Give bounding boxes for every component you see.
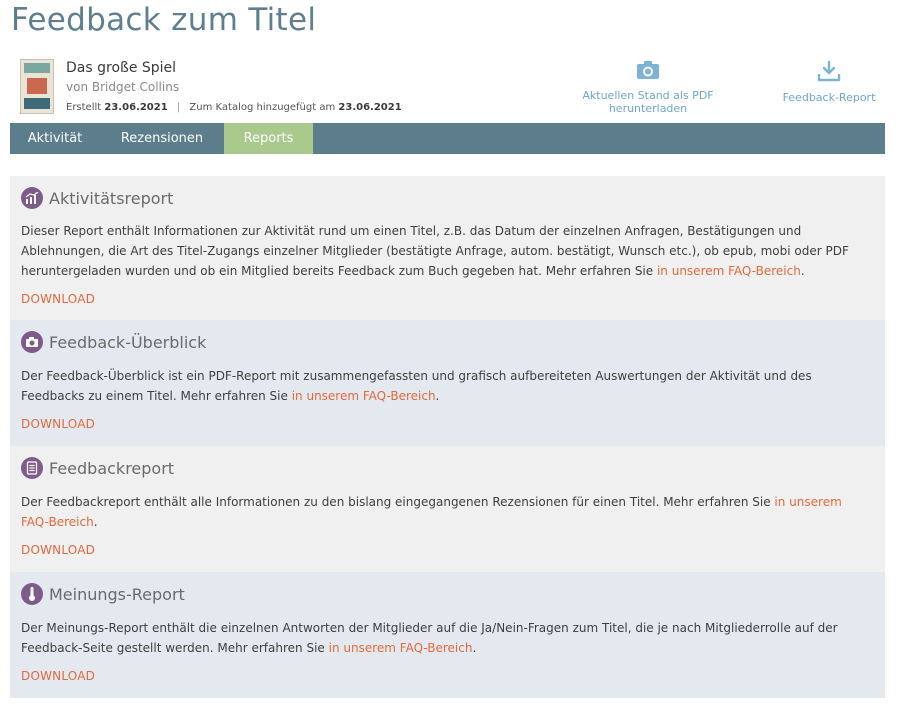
faq-link[interactable]: in unserem FAQ-Bereich [292, 389, 436, 403]
document-icon [21, 457, 43, 479]
book-meta: Erstellt 23.06.2021 | Zum Katalog hinzug… [66, 102, 402, 113]
catalog-date: 23.06.2021 [338, 102, 402, 113]
thermometer-icon [21, 583, 43, 605]
tab-activity[interactable]: Aktivität [10, 123, 100, 154]
tab-bar: Aktivität Rezensionen Reports [10, 123, 885, 154]
download-overview-report[interactable]: DOWNLOAD [21, 417, 95, 431]
download-icon [778, 60, 880, 85]
download-opinion-report[interactable]: DOWNLOAD [21, 669, 95, 683]
report-title-overview: Feedback-Überblick [49, 332, 207, 352]
report-description-feedback: Der Feedbackreport enthält alle Informat… [21, 492, 873, 532]
faq-link[interactable]: in unserem FAQ-Bereich [657, 264, 801, 278]
download-activity-report[interactable]: DOWNLOAD [21, 292, 95, 306]
book-author: von Bridget Collins [66, 80, 180, 94]
report-card-opinion: Meinungs-Report Der Meinungs-Report enth… [10, 572, 885, 698]
report-card-activity: Aktivitätsreport Dieser Report enthält I… [10, 176, 885, 320]
report-text: Der Feedbackreport enthält alle Informat… [21, 495, 775, 509]
report-card-overview: Feedback-Überblick Der Feedback-Überblic… [10, 320, 885, 446]
faq-link[interactable]: in unserem FAQ-Bereich [329, 641, 473, 655]
report-title-activity: Aktivitätsreport [49, 188, 174, 208]
report-title-feedback: Feedbackreport [49, 458, 175, 478]
page-title: Feedback zum Titel [11, 2, 317, 38]
report-card-feedback: Feedbackreport Der Feedbackreport enthäl… [10, 446, 885, 572]
feedback-report-label: Feedback-Report [782, 91, 876, 104]
book-title: Das große Spiel [66, 60, 177, 76]
pdf-download-action[interactable]: Aktuellen Stand als PDF herunterladen [548, 60, 748, 115]
book-cover-image[interactable] [20, 59, 54, 114]
camera-icon [548, 60, 748, 83]
tab-reports[interactable]: Reports [224, 123, 313, 154]
camera-icon [21, 331, 43, 353]
report-text-end: . [93, 515, 98, 529]
report-text-end: . [472, 641, 477, 655]
report-text-end: . [435, 389, 440, 403]
feedback-report-action[interactable]: Feedback-Report [778, 60, 880, 104]
created-date: 23.06.2021 [104, 102, 168, 113]
tab-reviews[interactable]: Rezensionen [100, 123, 224, 154]
catalog-label: Zum Katalog hinzugefügt am [189, 102, 336, 113]
report-description-opinion: Der Meinungs-Report enthält die einzelne… [21, 618, 873, 658]
report-description-activity: Dieser Report enthält Informationen zur … [21, 221, 873, 281]
chart-icon [21, 187, 43, 209]
report-title-opinion: Meinungs-Report [49, 584, 185, 604]
created-label: Erstellt [66, 102, 102, 113]
report-text-end: . [800, 264, 805, 278]
meta-separator: | [176, 102, 181, 113]
download-feedback-report[interactable]: DOWNLOAD [21, 543, 95, 557]
pdf-download-label: Aktuellen Stand als PDF herunterladen [582, 89, 714, 115]
report-description-overview: Der Feedback-Überblick ist ein PDF-Repor… [21, 366, 873, 406]
